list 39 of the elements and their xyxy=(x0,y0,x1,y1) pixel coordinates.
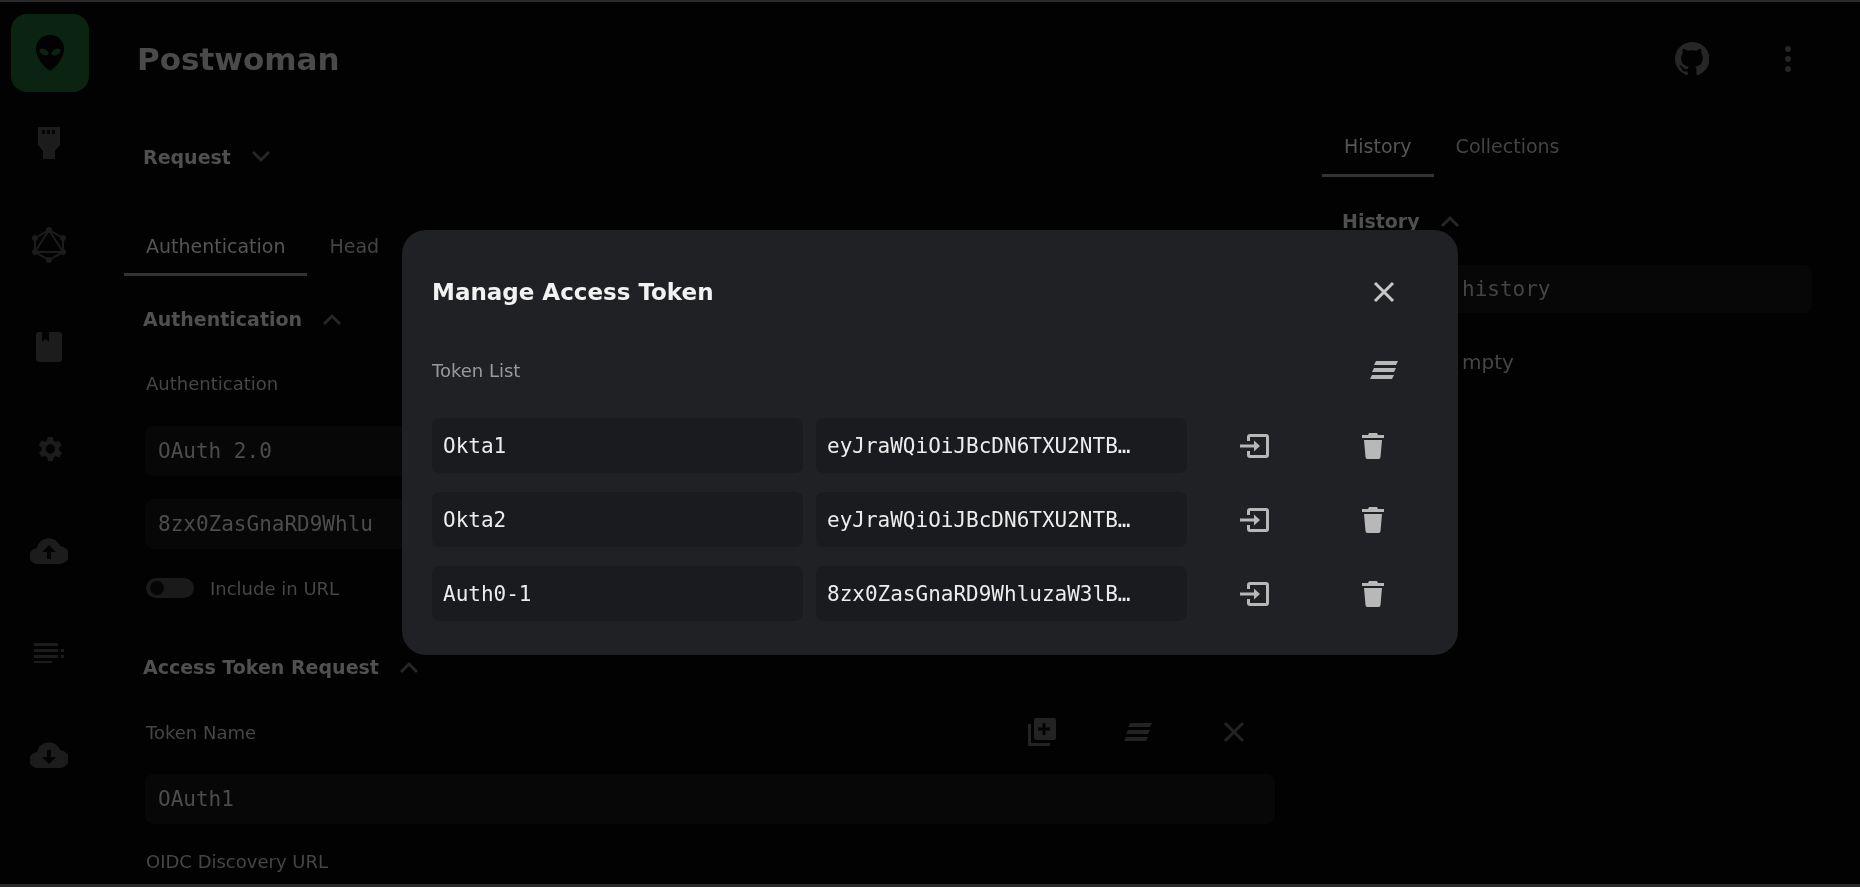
toggle-label: Include in URL xyxy=(210,577,340,599)
token-name-field[interactable]: Okta2 xyxy=(432,492,803,547)
dialog-title: Manage Access Token xyxy=(432,279,715,305)
chevron-down-icon[interactable] xyxy=(250,150,271,164)
token-name-field[interactable]: OAuth1 xyxy=(145,774,1275,824)
auth-type-field[interactable]: OAuth 2.0 xyxy=(145,426,402,476)
app-logo[interactable] xyxy=(10,14,89,92)
app-title: Postwoman xyxy=(137,41,341,77)
plug-icon[interactable] xyxy=(35,125,62,161)
search-field[interactable]: history xyxy=(1458,265,1812,313)
chevron-up-icon[interactable] xyxy=(398,660,419,674)
request-dropdown[interactable]: Request xyxy=(143,146,231,168)
toggle-switch[interactable] xyxy=(146,578,194,598)
token-name-field[interactable]: Okta1 xyxy=(432,418,803,473)
alien-icon xyxy=(35,35,64,71)
token-field[interactable]: 8zx0ZasGnaRD9Whlu xyxy=(145,499,402,549)
tab[interactable]: Collections xyxy=(1433,117,1582,177)
token-value-field[interactable]: 8zx0ZasGnaRD9WhluzaW3lB… xyxy=(816,566,1187,621)
list-icon[interactable] xyxy=(33,643,64,663)
chevron-up-icon[interactable] xyxy=(1439,214,1460,228)
tab[interactable]: Authentication xyxy=(124,219,308,276)
field-label: OIDC Discovery URL xyxy=(146,850,328,872)
empty-message: mpty xyxy=(1462,350,1514,374)
section-title: Authentication xyxy=(143,308,303,330)
section-title: History xyxy=(1342,210,1420,232)
list-label: Token List xyxy=(432,359,522,381)
section-title: Access Token Request xyxy=(143,656,379,678)
field-label: Token Name xyxy=(146,721,258,743)
tab[interactable]: History xyxy=(1322,117,1434,177)
token-name-field[interactable]: Auth0-1 xyxy=(432,566,803,621)
network-icon[interactable] xyxy=(31,227,66,263)
field-label: Authentication xyxy=(146,372,279,394)
tab[interactable]: Head xyxy=(307,219,402,276)
cloud-upload-icon[interactable] xyxy=(29,538,68,564)
token-value-field[interactable]: eyJraWQiOiJBcDN6TXU2NTB… xyxy=(816,492,1187,547)
token-value-field[interactable]: eyJraWQiOiJBcDN6TXU2NTB… xyxy=(816,418,1187,473)
cloud-download-icon[interactable] xyxy=(29,742,68,768)
book-icon[interactable] xyxy=(35,332,62,362)
chevron-up-icon[interactable] xyxy=(322,312,343,326)
